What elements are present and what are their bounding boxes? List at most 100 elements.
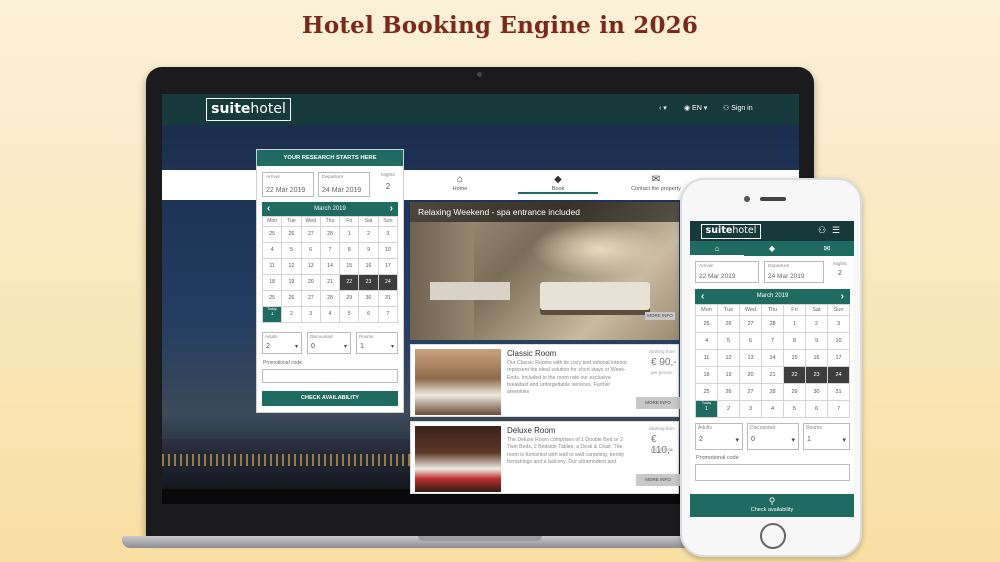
discounted-select[interactable]: Discounted 0 ▾: [307, 332, 351, 354]
calendar-day[interactable]: 2: [359, 227, 378, 242]
calendar-day[interactable]: 11: [263, 259, 282, 274]
calendar-day[interactable]: 7: [828, 401, 849, 417]
calendar-day[interactable]: 27: [740, 316, 761, 332]
calendar-day[interactable]: 19: [718, 367, 739, 383]
offer-more-button[interactable]: MORE INFO: [645, 312, 675, 320]
calendar-day[interactable]: 24: [378, 275, 397, 290]
calendar-day[interactable]: 4: [320, 307, 340, 322]
nav-home[interactable]: ⌂ Home: [420, 173, 500, 192]
suitehotel-logo-mobile[interactable]: suitehotel: [701, 224, 761, 239]
calendar-day[interactable]: 6: [359, 307, 378, 322]
calendar-day[interactable]: Today 1: [696, 401, 717, 417]
calendar-day[interactable]: 9: [806, 333, 827, 349]
calendar-day[interactable]: 29: [784, 384, 805, 400]
calendar-day[interactable]: 3: [740, 401, 761, 417]
calendar-day[interactable]: 25: [263, 291, 282, 306]
user-icon[interactable]: ⚇: [818, 225, 826, 236]
calendar-day[interactable]: 1: [784, 316, 805, 332]
calendar-day[interactable]: 6: [806, 401, 827, 417]
calendar-day[interactable]: 25: [696, 384, 717, 400]
room-more-button[interactable]: MORE INFO: [636, 474, 680, 486]
calendar-day[interactable]: 23: [359, 275, 378, 290]
arrival-field[interactable]: Arrival 22 Mar 2019: [262, 172, 314, 197]
tab-home[interactable]: ⌂: [690, 242, 744, 257]
calendar-day[interactable]: 27: [301, 291, 320, 306]
next-month-button[interactable]: ›: [841, 289, 844, 304]
adults-select-mobile[interactable]: Adults 2 ▾: [695, 423, 743, 450]
calendar-day[interactable]: 4: [696, 333, 717, 349]
calendar-day[interactable]: Today 1: [263, 307, 282, 322]
check-availability-button[interactable]: CHECK AVAILABILITY: [262, 391, 398, 406]
calendar-day[interactable]: 6: [301, 243, 320, 258]
calendar-day[interactable]: 17: [378, 259, 397, 274]
calendar-day[interactable]: 6: [740, 333, 761, 349]
phone-home-button[interactable]: [760, 523, 786, 549]
room-card-deluxe[interactable]: Deluxe Room The Deluxe Room comprises of…: [410, 421, 680, 494]
tab-contact[interactable]: ✉: [800, 242, 854, 255]
calendar-day[interactable]: 25: [696, 316, 717, 332]
menu-icon[interactable]: ☰: [832, 225, 840, 236]
calendar-day[interactable]: 4: [263, 243, 282, 258]
departure-field[interactable]: Departure 24 Mar 2019: [318, 172, 370, 197]
calendar-day[interactable]: 5: [784, 401, 805, 417]
calendar-day[interactable]: 15: [340, 259, 359, 274]
calendar-day[interactable]: 22: [784, 367, 805, 383]
promo-input[interactable]: [262, 369, 398, 383]
calendar-day[interactable]: 7: [762, 333, 783, 349]
next-month-button[interactable]: ›: [390, 202, 393, 216]
back-menu[interactable]: ‹ ▾: [659, 104, 667, 112]
calendar-day[interactable]: 11: [696, 350, 717, 366]
calendar-day[interactable]: 28: [762, 384, 783, 400]
calendar-day[interactable]: 28: [762, 316, 783, 332]
offer-card-spa[interactable]: Relaxing Weekend - spa entrance included…: [410, 202, 679, 340]
calendar-day[interactable]: 13: [740, 350, 761, 366]
calendar-day[interactable]: 10: [378, 243, 397, 258]
calendar-day[interactable]: 30: [359, 291, 378, 306]
calendar-day[interactable]: 12: [282, 259, 301, 274]
calendar-day[interactable]: 20: [301, 275, 320, 290]
room-card-classic[interactable]: Classic Room Our Classic Rooms with its …: [410, 344, 680, 417]
calendar-day[interactable]: 23: [806, 367, 827, 383]
calendar-day[interactable]: 16: [806, 350, 827, 366]
calendar-day[interactable]: 28: [320, 291, 340, 306]
calendar-day[interactable]: 1: [340, 227, 359, 242]
room-more-button[interactable]: MORE INFO: [636, 397, 680, 409]
prev-month-button[interactable]: ‹: [701, 289, 704, 304]
calendar-day[interactable]: 30: [806, 384, 827, 400]
calendar-day[interactable]: 31: [828, 384, 849, 400]
calendar-day[interactable]: 17: [828, 350, 849, 366]
calendar-day[interactable]: 2: [282, 307, 301, 322]
calendar-day[interactable]: 5: [718, 333, 739, 349]
calendar-day[interactable]: 3: [301, 307, 320, 322]
departure-field-mobile[interactable]: Departure 24 Mar 2019: [764, 261, 824, 283]
calendar-day[interactable]: 26: [282, 291, 301, 306]
rooms-select-mobile[interactable]: Rooms 1 ▾: [803, 423, 850, 450]
calendar-day[interactable]: 10: [828, 333, 849, 349]
calendar-day[interactable]: 27: [740, 384, 761, 400]
calendar-day[interactable]: 29: [340, 291, 359, 306]
calendar-day[interactable]: 3: [378, 227, 397, 242]
calendar-day[interactable]: 26: [282, 227, 301, 242]
calendar-day[interactable]: 18: [263, 275, 282, 290]
calendar-day[interactable]: 13: [301, 259, 320, 274]
suitehotel-logo[interactable]: suitehotel: [206, 98, 291, 121]
calendar-day[interactable]: 27: [301, 227, 320, 242]
rooms-select[interactable]: Rooms 1 ▾: [356, 332, 398, 354]
language-selector[interactable]: ◉ EN ▾: [684, 104, 707, 112]
calendar-day[interactable]: 20: [740, 367, 761, 383]
calendar-day[interactable]: 7: [378, 307, 397, 322]
calendar-day[interactable]: 8: [340, 243, 359, 258]
calendar-day[interactable]: 5: [282, 243, 301, 258]
calendar-day[interactable]: 5: [340, 307, 359, 322]
calendar-day[interactable]: 2: [718, 401, 739, 417]
arrival-field-mobile[interactable]: Arrival 22 Mar 2019: [695, 261, 759, 283]
calendar-day[interactable]: 28: [320, 227, 340, 242]
calendar-day[interactable]: 14: [320, 259, 340, 274]
calendar-day[interactable]: 21: [320, 275, 340, 290]
calendar-day[interactable]: 18: [696, 367, 717, 383]
calendar-day[interactable]: 7: [320, 243, 340, 258]
calendar-day[interactable]: 26: [718, 384, 739, 400]
nav-book[interactable]: ◆ Book: [518, 173, 598, 194]
prev-month-button[interactable]: ‹: [267, 202, 270, 216]
calendar-day[interactable]: 8: [784, 333, 805, 349]
